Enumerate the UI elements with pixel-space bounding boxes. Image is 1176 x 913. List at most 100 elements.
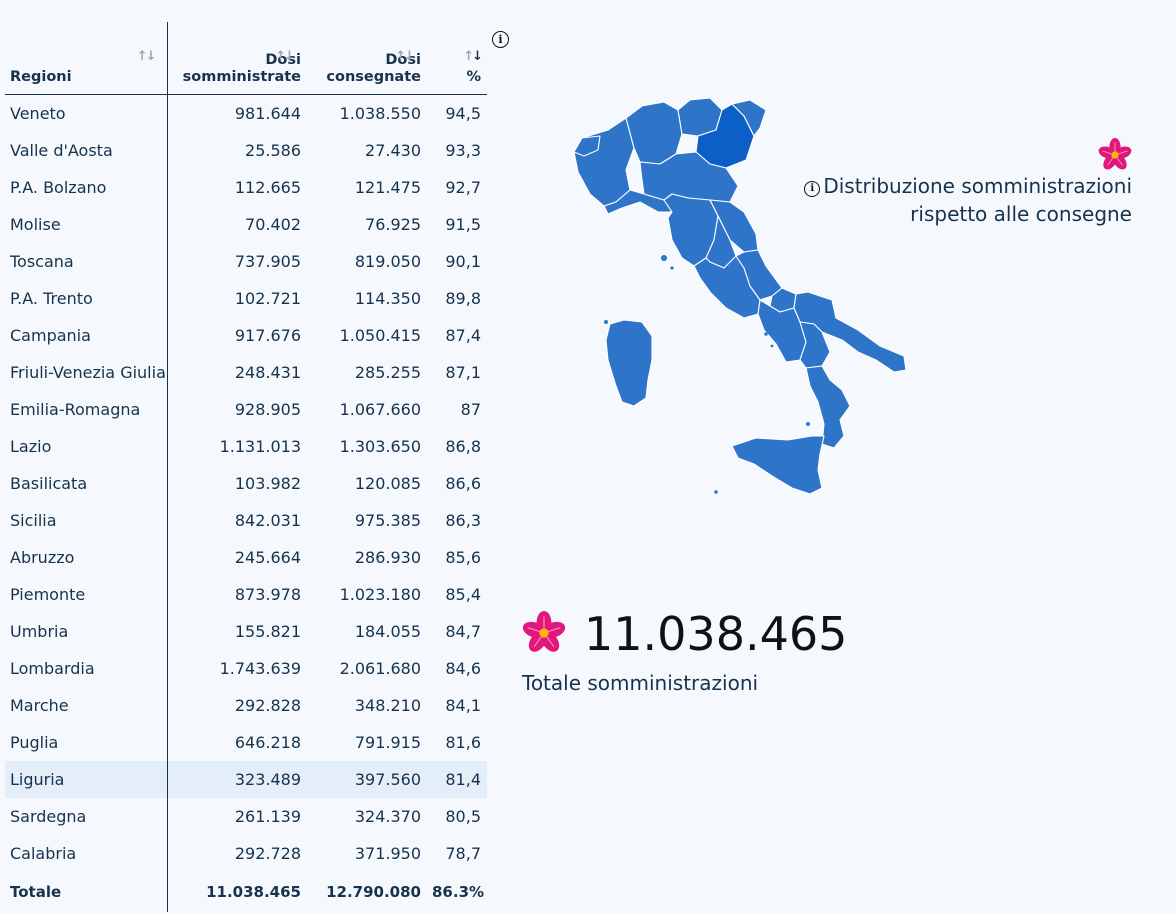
table-row[interactable]: Marche 292.828 348.210 84,1	[5, 687, 487, 724]
region-name-cell: Puglia	[5, 724, 168, 761]
dosi-somministrate-cell: 842.031	[234, 511, 301, 530]
dosi-consegnate-cell: 286.930	[354, 548, 421, 567]
region-name-cell: Umbria	[5, 613, 168, 650]
region-name-cell: Campania	[5, 317, 168, 354]
region-name-cell: Calabria	[5, 835, 168, 872]
sort-icon[interactable]: ↑↓	[137, 48, 157, 65]
percent-cell: 91,5	[445, 215, 481, 234]
dosi-somministrate-cell: 245.664	[234, 548, 301, 567]
table-row[interactable]: Umbria 155.821 184.055 84,7	[5, 613, 487, 650]
table-row[interactable]: Sicilia 842.031 975.385 86,3	[5, 502, 487, 539]
region-sardegna	[605, 319, 653, 407]
percent-cell: 84,1	[445, 696, 481, 715]
dosi-somministrate-cell: 70.402	[245, 215, 301, 234]
dosi-somministrate-cell: 292.728	[234, 844, 301, 863]
table-row[interactable]: Piemonte 873.978 1.023.180 85,4	[5, 576, 487, 613]
region-name-cell: Veneto	[5, 94, 168, 132]
percent-cell: 94,5	[445, 104, 481, 123]
percent-cell: 87,1	[445, 363, 481, 382]
table-row[interactable]: Sardegna 261.139 324.370 80,5	[5, 798, 487, 835]
dosi-somministrate-cell: 1.743.639	[219, 659, 301, 678]
dosi-consegnate-cell: 975.385	[354, 511, 421, 530]
percent-cell: 87,4	[445, 326, 481, 345]
table-row[interactable]: Calabria 292.728 371.950 78,7	[5, 835, 487, 872]
dosi-somministrate-cell: 155.821	[234, 622, 301, 641]
percent-cell: 85,6	[445, 548, 481, 567]
column-header-dosi-somministrate[interactable]: Dosi somministrate ↑↓	[167, 22, 307, 95]
region-piemonte	[573, 117, 635, 207]
table-row[interactable]: P.A. Bolzano 112.665 121.475 92,7	[5, 169, 487, 206]
primula-flower-icon	[522, 611, 566, 652]
table-row[interactable]: Veneto 981.644 1.038.550 94,5	[5, 94, 487, 132]
percent-cell: 86,6	[445, 474, 481, 493]
column-header-regioni[interactable]: Regioni ↑↓	[5, 22, 168, 95]
table-row[interactable]: Basilicata 103.982 120.085 86,6	[5, 465, 487, 502]
region-name-cell: Lombardia	[5, 650, 168, 687]
region-sicilia	[731, 435, 825, 495]
percent-cell: 92,7	[445, 178, 481, 197]
legend-line-2: rispetto alle consegne	[910, 202, 1132, 226]
sort-desc-active-icon[interactable]: ↑↓	[463, 48, 483, 65]
dosi-consegnate-cell: 120.085	[354, 474, 421, 493]
dosi-consegnate-cell: 1.023.180	[339, 585, 421, 604]
region-name-cell: Basilicata	[5, 465, 168, 502]
region-lombardia	[625, 101, 683, 165]
table-row[interactable]: Abruzzo 245.664 286.930 85,6	[5, 539, 487, 576]
region-name-cell: P.A. Trento	[5, 280, 168, 317]
island-la-maddalena	[604, 320, 608, 324]
dosi-somministrate-cell: 917.676	[234, 326, 301, 345]
total-administrations-label: Totale somministrazioni	[522, 671, 759, 695]
table-row[interactable]: Friuli-Venezia Giulia 248.431 285.255 87,1	[5, 354, 487, 391]
table-row[interactable]: Emilia-Romagna 928.905 1.067.660 87	[5, 391, 487, 428]
dosi-somministrate-cell: 873.978	[234, 585, 301, 604]
sort-icon[interactable]: ↑↓	[275, 48, 295, 65]
dosi-somministrate-cell: 112.665	[234, 178, 301, 197]
region-name-cell: Molise	[5, 206, 168, 243]
column-header-label: somministrate	[182, 69, 301, 85]
dosi-consegnate-cell: 121.475	[354, 178, 421, 197]
info-icon[interactable]: i	[492, 31, 509, 48]
dosi-consegnate-cell: 1.303.650	[339, 437, 421, 456]
sort-icon[interactable]: ↑↓	[395, 48, 415, 65]
percent-cell: 85,4	[445, 585, 481, 604]
column-header-label: consegnate	[326, 69, 421, 85]
percent-cell: 81,6	[445, 733, 481, 752]
percent-cell: 87	[460, 400, 481, 419]
total-consegnate-cell: 12.790.080	[326, 883, 421, 901]
dosi-somministrate-cell: 25.586	[245, 141, 301, 160]
table-row[interactable]: Molise 70.402 76.925 91,5	[5, 206, 487, 243]
table-row[interactable]: Lombardia 1.743.639 2.061.680 84,6	[5, 650, 487, 687]
dosi-somministrate-cell: 103.982	[234, 474, 301, 493]
dosi-consegnate-cell: 348.210	[354, 696, 421, 715]
dosi-consegnate-cell: 285.255	[354, 363, 421, 382]
island-giglio	[670, 266, 674, 270]
percent-cell: 78,7	[445, 844, 481, 863]
table-row[interactable]: Campania 917.676 1.050.415 87,4	[5, 317, 487, 354]
region-name-cell: Sicilia	[5, 502, 168, 539]
table-row[interactable]: Puglia 646.218 791.915 81,6	[5, 724, 487, 761]
table-row[interactable]: Liguria 323.489 397.560 81,4	[5, 761, 487, 798]
map-legend-title: i Distribuzione somministrazioni rispetto…	[804, 172, 1132, 228]
region-name-cell: Liguria	[5, 761, 168, 798]
table-row[interactable]: Valle d'Aosta 25.586 27.430 93,3	[5, 132, 487, 169]
dosi-consegnate-cell: 2.061.680	[339, 659, 421, 678]
dosi-somministrate-cell: 737.905	[234, 252, 301, 271]
dosi-somministrate-cell: 1.131.013	[219, 437, 301, 456]
table-total-row: Totale 11.038.465 12.790.080 86.3%	[5, 872, 487, 912]
percent-cell: 81,4	[427, 761, 487, 798]
island-ischia	[764, 332, 768, 336]
dosi-consegnate-cell: 184.055	[354, 622, 421, 641]
percent-cell: 90,1	[445, 252, 481, 271]
table-row[interactable]: P.A. Trento 102.721 114.350 89,8	[5, 280, 487, 317]
dosi-consegnate-cell: 1.067.660	[339, 400, 421, 419]
info-icon[interactable]: i	[804, 181, 821, 197]
column-header-percent[interactable]: ↑↓ %	[427, 22, 487, 95]
table-row[interactable]: Lazio 1.131.013 1.303.650 86,8	[5, 428, 487, 465]
table-row[interactable]: Toscana 737.905 819.050 90,1	[5, 243, 487, 280]
dosi-consegnate-cell: 791.915	[354, 733, 421, 752]
table-header-row: Regioni ↑↓ Dosi somministrate ↑↓ Dosi co…	[5, 22, 487, 95]
dosi-consegnate-cell: 1.050.415	[339, 326, 421, 345]
total-label-cell: Totale	[5, 872, 168, 912]
column-header-dosi-consegnate[interactable]: Dosi consegnate ↑↓	[307, 22, 427, 95]
island-capri	[770, 344, 774, 348]
